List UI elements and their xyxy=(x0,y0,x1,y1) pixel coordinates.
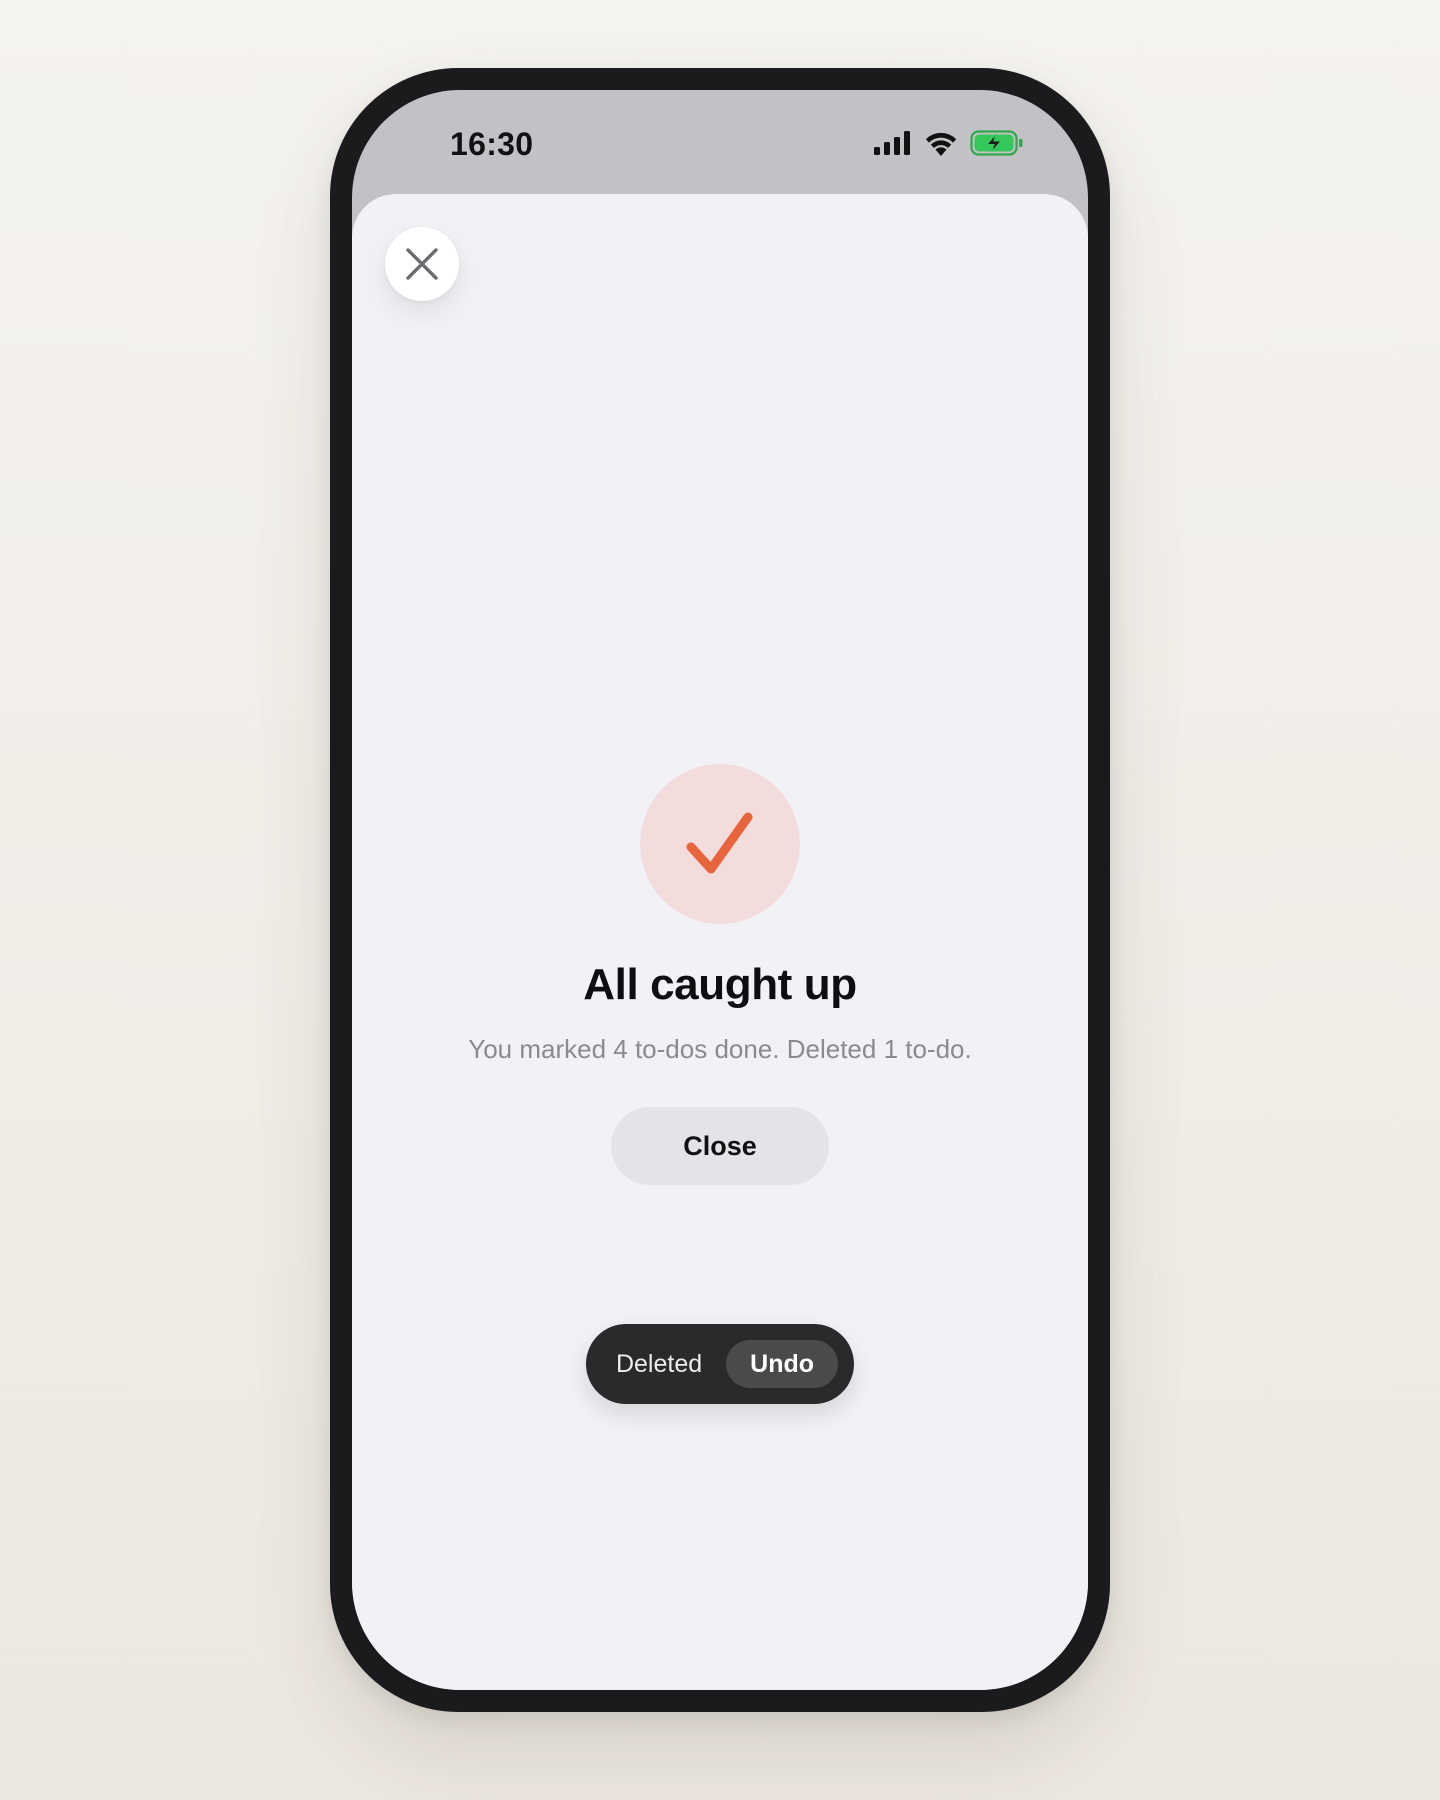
phone-screen: 16:30 All caught up You marked 4 to-dos … xyxy=(352,90,1088,1690)
undo-toast: Deleted Undo xyxy=(585,1324,855,1404)
dismiss-button[interactable] xyxy=(385,227,459,301)
modal-sheet: All caught up You marked 4 to-dos done. … xyxy=(352,194,1088,1690)
close-icon xyxy=(406,248,438,280)
success-badge xyxy=(640,764,800,924)
battery-charging-icon xyxy=(970,130,1023,156)
status-time: 16:30 xyxy=(450,126,534,162)
summary-text: You marked 4 to-dos done. Deleted 1 to-d… xyxy=(468,1034,972,1064)
toast-message: Deleted xyxy=(615,1349,703,1378)
close-button[interactable]: Close xyxy=(611,1107,829,1185)
checkmark-icon xyxy=(686,812,753,874)
status-bar: 16:30 xyxy=(352,90,1088,196)
cellular-signal-icon xyxy=(874,131,910,155)
phone-frame: 16:30 All caught up You marked 4 to-dos … xyxy=(330,68,1110,1712)
wifi-icon xyxy=(925,132,957,156)
page-title: All caught up xyxy=(583,960,857,1009)
undo-button[interactable]: Undo xyxy=(726,1340,839,1388)
completion-content: All caught up You marked 4 to-dos done. … xyxy=(352,764,1088,1185)
status-icons xyxy=(874,130,1024,156)
